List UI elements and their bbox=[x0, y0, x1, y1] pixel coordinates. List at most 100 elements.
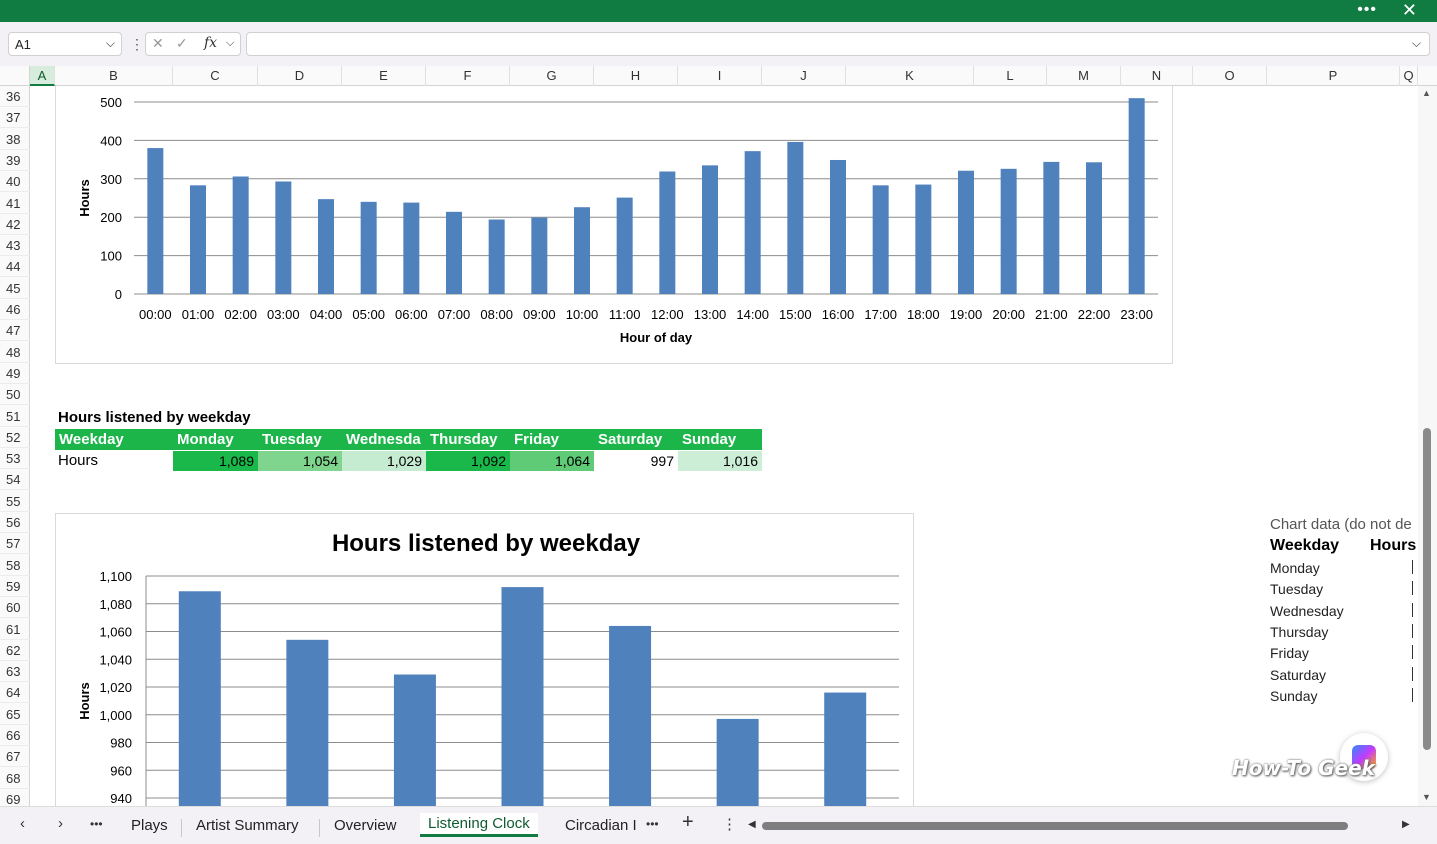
row-header[interactable]: 58 bbox=[0, 555, 30, 576]
bar[interactable] bbox=[824, 692, 867, 806]
row-header[interactable]: 60 bbox=[0, 597, 30, 619]
column-header[interactable]: P bbox=[1267, 66, 1400, 86]
chevron-down-icon[interactable]: ⌵ bbox=[226, 37, 234, 50]
column-header[interactable]: O bbox=[1193, 66, 1267, 86]
row-header[interactable]: 37 bbox=[0, 107, 30, 129]
row-header[interactable]: 36 bbox=[0, 86, 30, 107]
row-header[interactable]: 62 bbox=[0, 640, 30, 661]
chart-weekday[interactable]: Hours listened by weekday 940 960 980 1,000 1… bbox=[55, 513, 914, 806]
row-header[interactable]: 67 bbox=[0, 746, 30, 768]
vertical-scrollbar[interactable]: ▲ ▼ bbox=[1418, 86, 1437, 806]
column-header[interactable]: N bbox=[1121, 66, 1193, 86]
more-sheets-icon[interactable]: ••• bbox=[646, 817, 659, 831]
row-header[interactable]: 41 bbox=[0, 193, 30, 214]
table-value-cell[interactable]: 1,016 bbox=[678, 451, 762, 471]
chevron-down-icon[interactable]: ⌵ bbox=[1412, 36, 1421, 51]
horizontal-scrollbar[interactable]: ◀ ▶ bbox=[748, 819, 1418, 833]
row-header[interactable]: 54 bbox=[0, 469, 30, 491]
row-header[interactable]: 51 bbox=[0, 406, 30, 427]
bar[interactable] bbox=[275, 181, 292, 294]
bar[interactable] bbox=[318, 199, 334, 294]
column-header[interactable]: J bbox=[762, 66, 846, 86]
bar[interactable] bbox=[286, 639, 329, 806]
table-value-cell[interactable]: 1,054 bbox=[258, 451, 342, 471]
bar[interactable] bbox=[609, 625, 652, 806]
column-header[interactable]: K bbox=[846, 66, 974, 86]
bar[interactable] bbox=[147, 148, 164, 294]
horizontal-scroll-thumb[interactable] bbox=[762, 822, 1348, 830]
column-header[interactable]: I bbox=[678, 66, 762, 86]
vertical-dots-icon[interactable]: ⋮ bbox=[130, 36, 144, 53]
bar[interactable] bbox=[178, 591, 221, 806]
more-options-icon[interactable]: ••• bbox=[1357, 1, 1377, 19]
more-sheets-icon[interactable]: ••• bbox=[90, 817, 103, 831]
bar[interactable] bbox=[393, 674, 436, 806]
side-list-item[interactable]: Tuesday bbox=[1270, 581, 1323, 597]
column-header[interactable]: Q bbox=[1400, 66, 1418, 86]
column-header[interactable]: D bbox=[258, 66, 342, 86]
table-row-label[interactable]: Hours bbox=[58, 451, 98, 471]
bar[interactable] bbox=[1043, 161, 1060, 294]
bar[interactable] bbox=[488, 219, 505, 294]
sheet-tab[interactable]: Plays bbox=[123, 815, 176, 836]
row-header[interactable]: 52 bbox=[0, 427, 30, 448]
scroll-up-icon[interactable]: ▲ bbox=[1422, 88, 1431, 98]
column-header[interactable]: M bbox=[1047, 66, 1121, 86]
side-list-item[interactable]: Saturday bbox=[1270, 667, 1326, 683]
side-list-item[interactable]: Wednesday bbox=[1270, 603, 1344, 619]
bar[interactable] bbox=[1128, 98, 1145, 294]
bar[interactable] bbox=[716, 718, 759, 806]
select-all-corner[interactable] bbox=[0, 66, 30, 86]
bar[interactable] bbox=[1000, 168, 1017, 294]
bar[interactable] bbox=[830, 159, 846, 294]
bar[interactable] bbox=[531, 217, 548, 294]
bar[interactable] bbox=[1086, 162, 1102, 294]
table-header-cell[interactable]: Wednesda bbox=[342, 429, 426, 450]
row-header[interactable]: 44 bbox=[0, 256, 30, 278]
row-header[interactable]: 39 bbox=[0, 150, 30, 171]
fx-icon[interactable]: fx bbox=[204, 35, 217, 51]
row-header[interactable]: 48 bbox=[0, 342, 30, 363]
row-header[interactable]: 45 bbox=[0, 278, 30, 299]
table-value-cell[interactable]: 1,089 bbox=[173, 451, 258, 471]
table-header-cell[interactable]: Sunday bbox=[678, 429, 762, 450]
bar[interactable] bbox=[616, 197, 633, 294]
table-value-cell[interactable]: 1,064 bbox=[510, 451, 594, 471]
row-header[interactable]: 66 bbox=[0, 725, 30, 746]
row-header[interactable]: 65 bbox=[0, 704, 30, 725]
row-header[interactable]: 43 bbox=[0, 235, 30, 257]
column-header[interactable]: C bbox=[173, 66, 258, 86]
table-value-cell[interactable]: 997 bbox=[594, 451, 678, 471]
column-header[interactable]: H bbox=[594, 66, 678, 86]
row-header[interactable]: 46 bbox=[0, 299, 30, 320]
vertical-dots-icon[interactable]: ⋮ bbox=[722, 815, 737, 833]
row-header[interactable]: 64 bbox=[0, 682, 30, 704]
row-header[interactable]: 56 bbox=[0, 512, 30, 533]
sheet-tab[interactable]: Listening Clock bbox=[420, 813, 538, 837]
table-header-cell[interactable]: Saturday bbox=[594, 429, 678, 450]
bar[interactable] bbox=[574, 207, 590, 294]
bar[interactable] bbox=[744, 151, 761, 294]
row-header[interactable]: 38 bbox=[0, 129, 30, 150]
row-header[interactable]: 42 bbox=[0, 214, 30, 235]
column-header[interactable]: G bbox=[510, 66, 594, 86]
side-list-item[interactable]: Sunday bbox=[1270, 688, 1317, 704]
table-header-cell[interactable]: Monday bbox=[173, 429, 258, 450]
row-header[interactable]: 50 bbox=[0, 384, 30, 406]
sheet-tab[interactable]: Overview bbox=[326, 815, 405, 836]
bar[interactable] bbox=[446, 211, 462, 294]
table-value-cell[interactable]: 1,029 bbox=[342, 451, 426, 471]
bar[interactable] bbox=[702, 165, 718, 294]
row-header[interactable]: 61 bbox=[0, 619, 30, 640]
chevron-left-icon[interactable]: ‹ bbox=[20, 815, 25, 832]
side-list-item[interactable]: Thursday bbox=[1270, 624, 1328, 640]
row-header[interactable]: 53 bbox=[0, 448, 30, 470]
row-header[interactable]: 47 bbox=[0, 320, 30, 342]
sheet-tab[interactable]: Artist Summary bbox=[188, 815, 307, 836]
check-icon[interactable]: ✓ bbox=[176, 35, 188, 52]
vertical-scroll-thumb[interactable] bbox=[1423, 428, 1431, 750]
side-list-item[interactable]: Monday bbox=[1270, 560, 1320, 576]
bar[interactable] bbox=[360, 201, 377, 294]
table-value-cell[interactable]: 1,092 bbox=[426, 451, 510, 471]
add-sheet-icon[interactable]: + bbox=[682, 811, 694, 834]
